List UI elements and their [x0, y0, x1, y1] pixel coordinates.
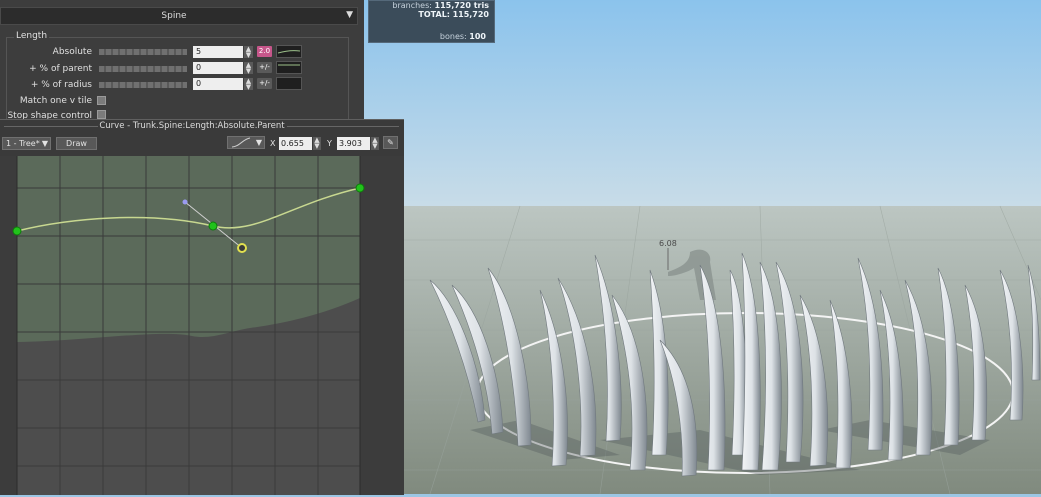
percent-parent-slider[interactable] [99, 66, 187, 72]
control-point[interactable] [12, 226, 22, 236]
percent-radius-label: + % of radius [30, 80, 92, 90]
control-point[interactable] [355, 183, 365, 193]
percent-parent-input[interactable]: 0 [193, 62, 243, 74]
chevron-down-icon: ▼ [255, 138, 262, 147]
x-value-input[interactable]: 0.655 [279, 137, 312, 150]
curve-type-dropdown[interactable]: ▼ [227, 136, 265, 149]
stats-total-row: TOTAL: 115,720 [369, 10, 489, 19]
dimension-label: 6.08 [659, 239, 677, 248]
x-axis-label: X [270, 139, 276, 148]
draw-button[interactable]: Draw [56, 137, 97, 150]
stats-total-label: TOTAL: [418, 10, 451, 19]
selected-tangent-point[interactable] [237, 243, 247, 253]
percent-parent-spinner[interactable]: ▲ ▼ [244, 62, 253, 75]
absolute-label: Absolute [52, 47, 92, 57]
tangent-handle-point[interactable] [182, 199, 188, 205]
percent-parent-label: + % of parent [29, 64, 92, 74]
control-point[interactable] [208, 221, 218, 231]
percent-radius-input[interactable]: 0 [193, 78, 243, 90]
percent-radius-slider[interactable] [99, 82, 187, 88]
absolute-input[interactable]: 5 [193, 46, 243, 58]
match-v-tile-label: Match one v tile [19, 96, 92, 106]
absolute-variance-button[interactable]: 2.0 [257, 46, 272, 57]
absolute-curve-preview[interactable] [276, 45, 302, 58]
chevron-down-icon: ▼ [41, 139, 48, 148]
y-value-input[interactable]: 3.903 [337, 137, 370, 150]
percent-parent-curve-preview[interactable] [276, 61, 302, 74]
match-v-tile-checkbox[interactable] [97, 96, 106, 105]
chevron-down-icon[interactable]: ▼ [346, 10, 353, 20]
spine-section-title: Spine [161, 11, 187, 21]
y-value-spinner[interactable]: ▲ ▼ [371, 137, 379, 150]
percent-radius-spinner[interactable]: ▲ ▼ [244, 78, 253, 91]
preset-dropdown[interactable]: 1 - Tree* ▼ [2, 137, 51, 150]
stats-bones-row: bones: 100 [369, 32, 486, 41]
stats-overlay: branches: 115,720 tris TOTAL: 115,720 bo… [368, 0, 495, 43]
curve-editor-window: Curve - Trunk.Spine:Length:Absolute.Pare… [0, 119, 404, 495]
curve-type-icon [231, 137, 251, 148]
stats-bones-label: bones: [439, 32, 467, 41]
length-group-title: Length [14, 31, 50, 41]
absolute-slider[interactable] [99, 49, 187, 55]
stats-branches-value: 115,720 tris [434, 1, 490, 10]
stats-bones-value: 100 [469, 32, 486, 41]
preset-dropdown-value: 1 - Tree* [6, 139, 40, 148]
stats-total-value: 115,720 [452, 10, 489, 19]
spine-section-header[interactable]: Spine ▼ [0, 7, 358, 25]
y-axis-label: Y [327, 139, 332, 148]
pin-icon[interactable]: ✎ [383, 136, 398, 149]
percent-radius-curve-preview[interactable] [276, 77, 302, 90]
stats-branches-label: branches: [392, 1, 432, 10]
percent-parent-variance-button[interactable]: +/- [257, 62, 272, 73]
curve-canvas[interactable] [0, 156, 404, 495]
stats-branches-row: branches: 115,720 tris [369, 1, 489, 10]
property-panel: Spine ▼ Length Absolute 5 ▲ ▼ 2.0 + % of … [0, 0, 364, 127]
curve-editor-title: Curve - Trunk.Spine:Length:Absolute.Pare… [99, 121, 285, 131]
x-value-spinner[interactable]: ▲ ▼ [313, 137, 321, 150]
absolute-spinner[interactable]: ▲ ▼ [244, 46, 253, 59]
percent-radius-variance-button[interactable]: +/- [257, 78, 272, 89]
stop-shape-control-checkbox[interactable] [97, 110, 106, 119]
